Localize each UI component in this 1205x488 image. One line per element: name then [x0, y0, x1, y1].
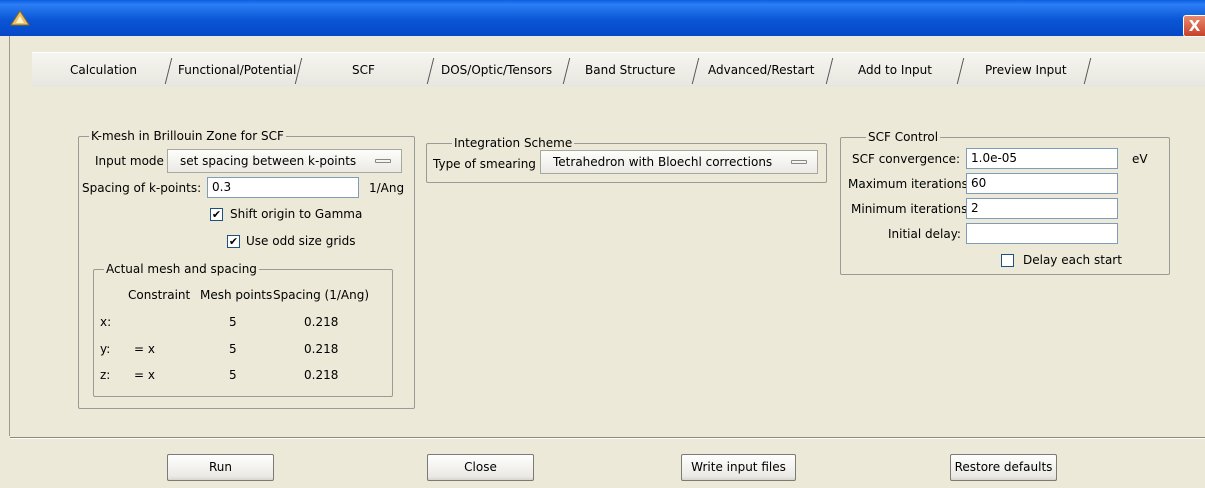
row-constraint: = x	[134, 368, 155, 382]
max-iterations-input[interactable]: 60	[966, 173, 1118, 194]
window-close-button[interactable]: X	[1183, 15, 1205, 37]
scf-convergence-input[interactable]: 1.0e-05	[966, 148, 1118, 169]
button-bar-separator	[10, 437, 1205, 439]
input-mode-value: set spacing between k-points	[180, 154, 357, 168]
scf-control-group: SCF Control SCF convergence: 1.0e-05 eV …	[840, 130, 1170, 275]
col-header-mesh-points: Mesh points	[200, 288, 273, 302]
row-axis-label: z:	[100, 368, 111, 382]
odd-grids-checkbox[interactable]: ✔	[227, 235, 240, 248]
spacing-input[interactable]: 0.3	[207, 177, 359, 198]
tab-preview-input[interactable]: Preview Input	[985, 60, 1067, 80]
scf-control-title: SCF Control	[866, 130, 941, 144]
actual-mesh-title: Actual mesh and spacing	[104, 262, 259, 276]
tab-functional-potential[interactable]: Functional/Potential	[178, 60, 296, 80]
scf-tab-panel: K-mesh in Brillouin Zone for SCF Input m…	[10, 87, 1205, 420]
dropdown-handle-icon	[375, 159, 391, 163]
delay-each-start-label: Delay each start	[1023, 253, 1122, 267]
smearing-value: Tetrahedron with Bloechl corrections	[553, 155, 773, 169]
initial-delay-input[interactable]	[966, 223, 1118, 244]
tab-add-to-input[interactable]: Add to Input	[858, 60, 932, 80]
odd-grids-label: Use odd size grids	[246, 234, 356, 248]
dropdown-handle-icon	[791, 160, 807, 164]
scf-convergence-unit: eV	[1132, 152, 1148, 166]
min-iterations-label: Minimum iterations:	[851, 202, 972, 216]
tab-dos-optic-tensors[interactable]: DOS/Optic/Tensors	[441, 60, 552, 80]
window-titlebar[interactable]: X	[0, 0, 1205, 37]
kmesh-group-title: K-mesh in Brillouin Zone for SCF	[89, 129, 286, 143]
integration-group: Integration Scheme Type of smearing Tetr…	[426, 136, 827, 183]
row-spacing: 0.218	[304, 342, 339, 356]
initial-delay-label: Initial delay:	[888, 227, 961, 241]
shift-origin-checkbox[interactable]: ✔	[210, 208, 223, 221]
row-axis-label: y:	[100, 342, 111, 356]
tab-calculation[interactable]: Calculation	[70, 60, 137, 80]
row-constraint: = x	[134, 342, 155, 356]
min-iterations-input[interactable]: 2	[966, 198, 1118, 219]
row-spacing: 0.218	[304, 368, 339, 382]
smearing-label: Type of smearing	[433, 157, 536, 171]
run-button[interactable]: Run	[167, 454, 274, 481]
row-mesh-points: 5	[229, 342, 237, 356]
spacing-unit: 1/Ang	[369, 181, 405, 195]
spacing-label: Spacing of k-points:	[82, 181, 202, 195]
actual-mesh-group: Actual mesh and spacing Constraint Mesh …	[93, 262, 393, 397]
smearing-dropdown[interactable]: Tetrahedron with Bloechl corrections	[540, 150, 818, 174]
close-button[interactable]: Close	[427, 454, 534, 481]
input-mode-dropdown[interactable]: set spacing between k-points	[167, 149, 402, 173]
row-mesh-points: 5	[229, 368, 237, 382]
shift-origin-label: Shift origin to Gamma	[230, 207, 363, 221]
restore-defaults-button[interactable]: Restore defaults	[950, 454, 1057, 481]
write-input-files-button[interactable]: Write input files	[681, 454, 796, 481]
row-mesh-points: 5	[229, 315, 237, 329]
tab-scf[interactable]: SCF	[352, 60, 375, 80]
tab-advanced-restart[interactable]: Advanced/Restart	[708, 60, 814, 80]
row-spacing: 0.218	[304, 315, 339, 329]
row-axis-label: x:	[100, 315, 112, 329]
integration-group-title: Integration Scheme	[452, 136, 575, 150]
scf-convergence-label: SCF convergence:	[852, 152, 961, 166]
input-mode-label: Input mode	[95, 154, 164, 168]
kmesh-group: K-mesh in Brillouin Zone for SCF Input m…	[78, 129, 415, 409]
col-header-constraint: Constraint	[128, 288, 191, 302]
delay-each-start-checkbox[interactable]	[1001, 254, 1014, 267]
col-header-spacing: Spacing (1/Ang)	[273, 288, 370, 302]
app-logo-icon	[10, 10, 30, 26]
tab-band-structure[interactable]: Band Structure	[585, 60, 675, 80]
max-iterations-label: Maximum iterations:	[848, 177, 972, 191]
